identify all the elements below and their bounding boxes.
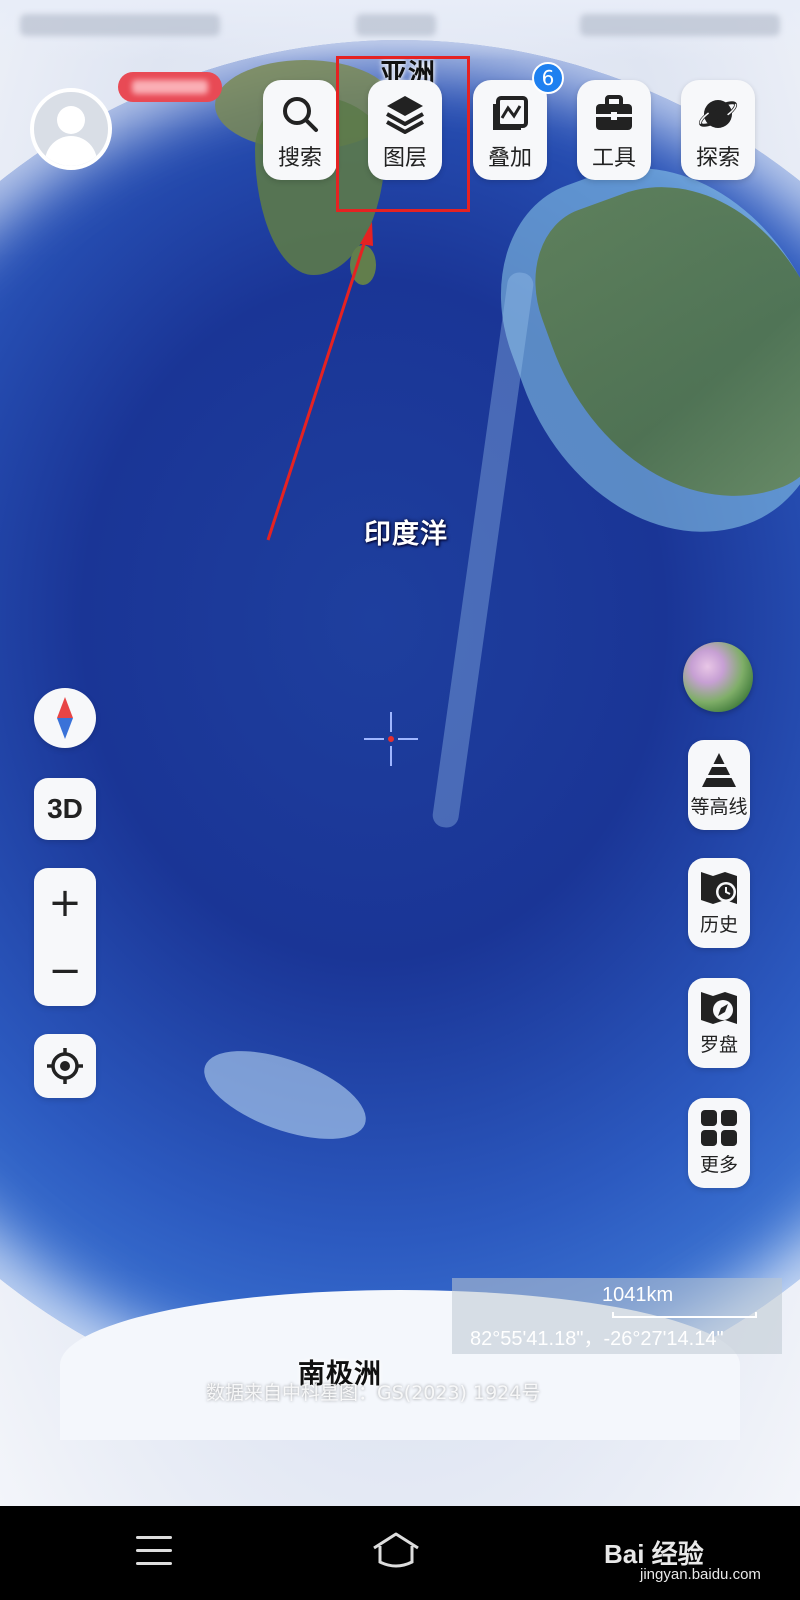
watermark-url: jingyan.baidu.com xyxy=(640,1566,761,1583)
home-icon[interactable] xyxy=(370,1530,422,1570)
scale-text: 1041km xyxy=(602,1284,674,1306)
more-label: 更多 xyxy=(699,1154,738,1176)
toolbox-icon xyxy=(592,92,636,136)
zoom-out-button[interactable]: − xyxy=(34,937,96,1005)
tools-label: 工具 xyxy=(591,146,636,171)
search-button[interactable]: 搜索 xyxy=(263,80,337,180)
status-bar-blurred-center xyxy=(356,14,436,36)
history-label: 历史 xyxy=(699,914,738,936)
contour-label: 等高线 xyxy=(690,796,748,818)
status-bar xyxy=(0,0,800,60)
search-label: 搜索 xyxy=(277,146,322,171)
contour-icon xyxy=(699,750,739,790)
scale-panel: 1041km 82°55'41.18"，-26°27'14.14" xyxy=(452,1278,782,1354)
overlay-button[interactable]: 叠加 xyxy=(473,80,547,180)
contour-button[interactable]: 等高线 xyxy=(688,740,750,830)
compass-map-icon xyxy=(699,988,739,1028)
data-source-text: 数据来自中科星图：GS(2023) 1924号 xyxy=(206,1382,541,1404)
status-bar-blurred-right xyxy=(580,14,780,36)
weather-globe-button[interactable] xyxy=(683,642,753,712)
system-nav-bar: Bai 经验 jingyan.baidu.com xyxy=(0,1506,800,1600)
user-avatar[interactable] xyxy=(30,88,112,170)
tools-button[interactable]: 工具 xyxy=(577,80,651,180)
locate-icon xyxy=(47,1048,83,1084)
crosshair-icon xyxy=(364,712,418,766)
avatar-body xyxy=(45,136,97,166)
user-tag[interactable] xyxy=(118,72,222,102)
zoom-in-button[interactable]: + xyxy=(34,869,96,937)
3d-mode-button[interactable]: 3D xyxy=(34,778,96,840)
more-button[interactable]: 更多 xyxy=(688,1098,750,1188)
overlay-icon xyxy=(488,92,532,136)
grid-icon xyxy=(699,1108,739,1148)
search-icon xyxy=(278,92,322,136)
zoom-control: + − xyxy=(34,868,96,1006)
explore-button[interactable]: 探索 xyxy=(681,80,755,180)
locate-button[interactable] xyxy=(34,1034,96,1098)
sri-lanka-land xyxy=(350,245,376,285)
status-bar-blurred-left xyxy=(20,14,220,36)
menu-icon[interactable] xyxy=(136,1536,172,1566)
user-tag-blurred xyxy=(132,80,208,94)
overlay-label: 叠加 xyxy=(487,146,532,171)
compass-icon xyxy=(57,697,73,739)
compass-map-button[interactable]: 罗盘 xyxy=(688,978,750,1068)
explore-label: 探索 xyxy=(695,146,740,171)
watermark: Bai 经验 jingyan.baidu.com xyxy=(604,1526,794,1586)
scale-bar xyxy=(612,1312,757,1318)
overlay-badge: 6 xyxy=(532,62,564,94)
avatar-head xyxy=(57,106,85,134)
coordinates-text: 82°55'41.18"，-26°27'14.14" xyxy=(470,1328,724,1350)
map-label-indian-ocean: 印度洋 xyxy=(364,519,448,550)
compass-map-label: 罗盘 xyxy=(699,1034,738,1056)
history-icon xyxy=(699,868,739,908)
compass-button[interactable] xyxy=(34,688,96,748)
history-button[interactable]: 历史 xyxy=(688,858,750,948)
highlight-box xyxy=(336,56,470,212)
planet-icon xyxy=(696,92,740,136)
